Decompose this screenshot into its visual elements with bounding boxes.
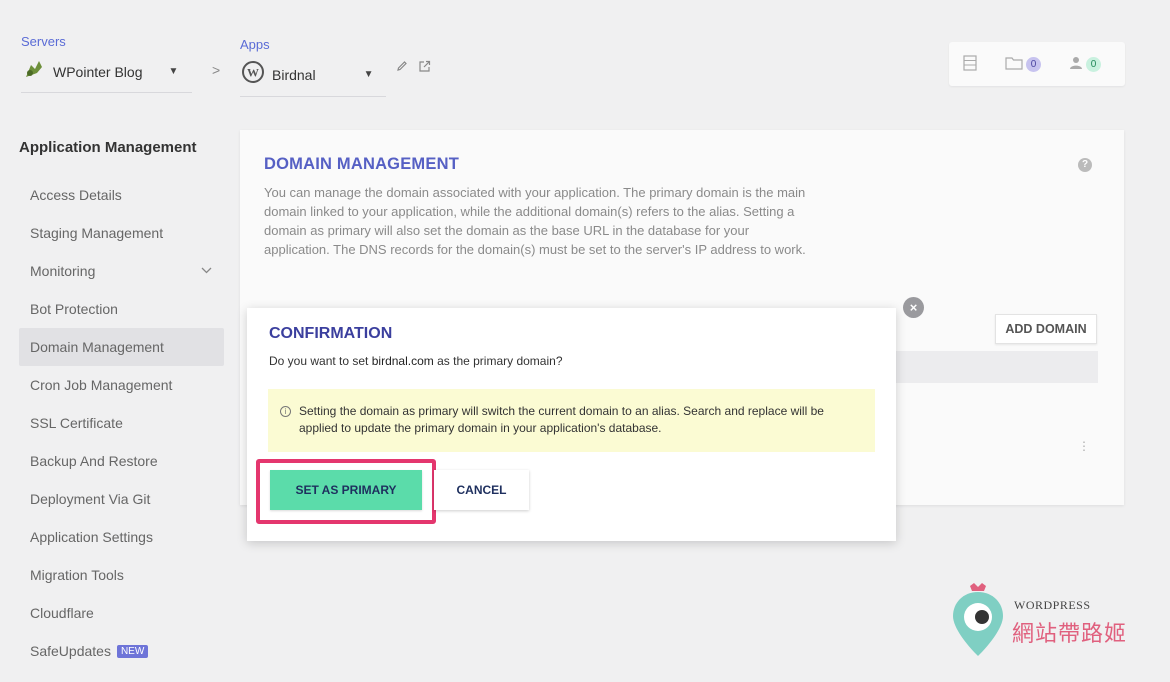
more-options-icon[interactable]: ⋮ bbox=[1078, 439, 1090, 453]
chevron-down-icon: ▼ bbox=[168, 66, 179, 77]
app-select[interactable]: W Birdnal ▼ bbox=[240, 55, 386, 97]
location-pin-icon bbox=[948, 582, 1008, 660]
folder-icon bbox=[1005, 56, 1023, 73]
notice-box: i Setting the domain as primary will swi… bbox=[268, 389, 875, 452]
help-icon[interactable]: ? bbox=[1078, 158, 1092, 172]
list-icon bbox=[963, 54, 977, 74]
dialog-question: Do you want to set birdnal.com as the pr… bbox=[269, 354, 563, 368]
sidebar-item-migration-tools[interactable]: Migration Tools bbox=[19, 556, 224, 594]
external-link-icon[interactable] bbox=[418, 60, 431, 76]
sidebar-item-monitoring[interactable]: Monitoring bbox=[19, 252, 224, 290]
sidebar: Application Management Access Details St… bbox=[19, 139, 224, 670]
users-count-badge: 0 bbox=[1086, 56, 1101, 72]
chevron-down-icon: ▼ bbox=[363, 69, 374, 80]
users-button[interactable]: 0 bbox=[1069, 56, 1101, 73]
question-prefix: Do you want to set bbox=[269, 354, 372, 368]
page-description: You can manage the domain associated wit… bbox=[264, 185, 806, 257]
app-name: Birdnal bbox=[272, 66, 316, 83]
sidebar-item-label: Domain Management bbox=[30, 339, 164, 355]
sidebar-item-bot-protection[interactable]: Bot Protection bbox=[19, 290, 224, 328]
notice-text: Setting the domain as primary will switc… bbox=[299, 404, 824, 435]
sidebar-item-deployment-via-git[interactable]: Deployment Via Git bbox=[19, 480, 224, 518]
app-actions bbox=[396, 60, 431, 76]
sidebar-item-label: Bot Protection bbox=[30, 301, 118, 317]
sidebar-item-label: SSL Certificate bbox=[30, 415, 123, 431]
sidebar-item-label: Cloudflare bbox=[30, 605, 94, 621]
sidebar-item-label: Backup And Restore bbox=[30, 453, 158, 469]
app-breadcrumb: Apps W Birdnal ▼ bbox=[240, 37, 386, 97]
new-badge: NEW bbox=[116, 644, 149, 658]
dialog-title: CONFIRMATION bbox=[269, 325, 393, 342]
user-icon bbox=[1069, 56, 1083, 73]
sidebar-title: Application Management bbox=[19, 139, 197, 156]
server-select[interactable]: WPointer Blog ▼ bbox=[21, 53, 192, 93]
watermark-line1: WORDPRESS bbox=[1014, 598, 1091, 612]
sidebar-item-label: Cron Job Management bbox=[30, 377, 173, 393]
watermark-logo: WORDPRESS 網站帶路姬 bbox=[946, 576, 1146, 660]
wordpress-icon: W bbox=[242, 61, 264, 88]
page-title: DOMAIN MANAGEMENT bbox=[264, 155, 459, 173]
close-dialog-button[interactable]: × bbox=[903, 297, 924, 318]
question-suffix: as the primary domain? bbox=[433, 354, 563, 368]
confirmation-dialog: CONFIRMATION Do you want to set birdnal.… bbox=[247, 308, 896, 541]
sidebar-item-cron-job-management[interactable]: Cron Job Management bbox=[19, 366, 224, 404]
sidebar-item-application-settings[interactable]: Application Settings bbox=[19, 518, 224, 556]
edit-pencil-icon[interactable] bbox=[396, 60, 408, 76]
sidebar-item-access-details[interactable]: Access Details bbox=[19, 176, 224, 214]
server-breadcrumb: Servers WPointer Blog ▼ bbox=[21, 34, 192, 93]
files-count-badge: 0 bbox=[1026, 56, 1041, 72]
files-button[interactable]: 0 bbox=[1005, 56, 1041, 73]
top-toolbar: 0 0 bbox=[949, 42, 1125, 86]
sidebar-item-cloudflare[interactable]: Cloudflare bbox=[19, 594, 224, 632]
server-name: WPointer Blog bbox=[53, 63, 143, 80]
breadcrumb-separator: > bbox=[212, 62, 221, 78]
list-view-button[interactable] bbox=[963, 54, 977, 74]
sidebar-item-label: Monitoring bbox=[30, 263, 96, 279]
svg-text:W: W bbox=[247, 66, 259, 80]
sidebar-item-label: Access Details bbox=[30, 187, 122, 203]
info-icon: i bbox=[280, 406, 291, 417]
servers-label: Servers bbox=[21, 34, 66, 49]
sidebar-item-ssl-certificate[interactable]: SSL Certificate bbox=[19, 404, 224, 442]
sidebar-item-backup-and-restore[interactable]: Backup And Restore bbox=[19, 442, 224, 480]
apps-label: Apps bbox=[240, 37, 270, 52]
sidebar-item-label: SafeUpdates bbox=[30, 643, 111, 659]
set-as-primary-button[interactable]: SET AS PRIMARY bbox=[270, 470, 422, 510]
sidebar-item-label: Staging Management bbox=[30, 225, 164, 241]
domain-table-header bbox=[894, 351, 1098, 383]
add-domain-button[interactable]: ADD DOMAIN bbox=[995, 314, 1097, 344]
sidebar-item-label: Migration Tools bbox=[30, 567, 124, 583]
sidebar-item-domain-management[interactable]: Domain Management bbox=[19, 328, 224, 366]
domain-name: birdnal.com bbox=[371, 354, 434, 368]
sidebar-item-staging-management[interactable]: Staging Management bbox=[19, 214, 224, 252]
sidebar-item-safeupdates[interactable]: SafeUpdates NEW bbox=[19, 632, 224, 670]
cancel-button[interactable]: CANCEL bbox=[434, 470, 529, 510]
sidebar-item-label: Application Settings bbox=[30, 529, 153, 545]
sidebar-item-label: Deployment Via Git bbox=[30, 491, 151, 507]
server-logo-icon bbox=[23, 59, 45, 84]
chevron-down-icon bbox=[201, 265, 212, 277]
watermark-line2: 網站帶路姬 bbox=[1012, 621, 1128, 646]
